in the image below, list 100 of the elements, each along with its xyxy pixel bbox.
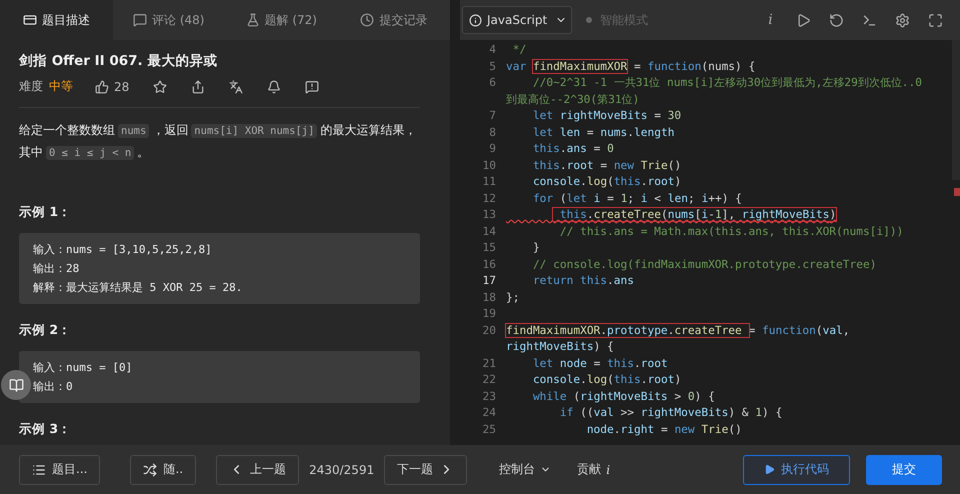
code-text: val <box>822 324 843 336</box>
example-line: 输入：nums = [3,10,5,25,2,8] <box>33 242 213 258</box>
code-line: console.log(this.root) <box>532 372 682 388</box>
run-code-button[interactable]: 执行代码 <box>743 454 850 484</box>
code-text: , <box>842 324 850 336</box>
code-text: ( <box>816 324 823 336</box>
line-number: 19 <box>482 306 497 322</box>
code-line: while (rightMoveBits > 0) { <box>532 388 715 404</box>
line-number: 15 <box>482 240 497 256</box>
code-line: }; <box>506 290 520 306</box>
code-line: console.log(this.root) <box>532 174 682 190</box>
highlighted-code: this.createTree(nums[i-1], rightMoveBits) <box>553 208 836 221</box>
example-line: 输入：nums = [0] <box>33 360 134 376</box>
code-line: //0~2^31 -1 一共31位 nums[i]左移动30位到最低为,左移29到次低位..0 <box>532 75 922 91</box>
submit-button[interactable]: 提交 <box>866 454 942 484</box>
console-button[interactable]: 控制台 <box>499 461 552 478</box>
book-icon <box>8 378 24 392</box>
code-line: let node = this.root <box>532 356 668 372</box>
bell-icon[interactable] <box>267 80 282 94</box>
tab[interactable]: 题目描述 <box>0 0 112 40</box>
code-text: = <box>632 60 642 72</box>
code-text: (nums) { <box>701 60 756 72</box>
info-button[interactable]: i <box>754 6 787 34</box>
list-icon <box>32 462 46 476</box>
contribute-button[interactable]: 贡献 i <box>577 461 610 478</box>
code-line: let rightMoveBits = 30 <box>532 108 682 124</box>
line-number: 9 <box>488 141 497 157</box>
example-title: 示例 1： <box>19 204 72 221</box>
code-line: let len = nums.length <box>532 124 674 140</box>
line-number: 13 <box>482 207 497 223</box>
problem-list-button[interactable]: 题目... <box>19 454 100 484</box>
line-number: 24 <box>482 405 497 421</box>
problem-title: 剑指 Offer II 067. 最大的异或 <box>19 52 218 70</box>
shuffle-icon <box>143 462 158 476</box>
progress-counter: 2430/2591 <box>309 462 374 476</box>
info-icon <box>469 14 482 26</box>
play-icon <box>764 464 775 475</box>
line-number: 4 <box>488 42 497 58</box>
error-marker <box>954 188 960 196</box>
code-line: */ <box>512 42 526 58</box>
line-number: 16 <box>482 256 497 272</box>
translate-icon[interactable] <box>229 80 244 94</box>
thumbs-up-icon[interactable] <box>95 80 109 94</box>
next-button[interactable]: 下一题 <box>384 454 468 484</box>
code-line: } <box>532 240 540 256</box>
line-number: 21 <box>482 356 497 372</box>
code-text: function <box>762 324 816 336</box>
line-number: 25 <box>482 422 497 438</box>
description-text: ，返回 <box>152 123 188 137</box>
code-text: var <box>506 60 528 72</box>
code-line: this.root = new Trie() <box>532 158 682 174</box>
description-text: 的最大运算结果， <box>320 123 416 137</box>
language-select[interactable]: JavaScript <box>462 6 572 34</box>
share-icon[interactable] <box>191 80 206 94</box>
line-number: 6 <box>488 75 497 91</box>
description-text: 其中 <box>19 145 43 159</box>
difficulty-label: 难度 <box>19 78 43 95</box>
random-button[interactable]: 随.. <box>130 454 196 484</box>
example-line: 解释：最大运算结果是 5 XOR 25 = 28. <box>33 280 244 296</box>
code-text: function <box>647 60 702 72</box>
comment-icon <box>133 13 148 27</box>
code-line: if ((val >> rightMoveBits) & 1) { <box>558 405 782 421</box>
line-number: 20 <box>482 322 497 338</box>
example-title: 示例 3： <box>19 421 72 438</box>
code-line: rightMoveBits) { <box>506 339 614 355</box>
line-number: 8 <box>488 124 497 140</box>
line-number: 23 <box>482 388 497 404</box>
description-text: 。 <box>137 145 150 159</box>
code-line: 到最高位--2^30(第31位) <box>506 92 640 108</box>
difficulty-level: 中等 <box>49 78 73 95</box>
clock-icon <box>360 13 374 27</box>
star-icon[interactable] <box>153 80 168 94</box>
line-number: 7 <box>488 108 497 124</box>
line-number: 17 <box>482 273 497 289</box>
highlighted-code: findMaximumXOR.prototype.createTree <box>506 324 749 336</box>
code-line: this.ans = 0 <box>532 141 614 157</box>
flask-icon <box>246 13 260 27</box>
line-number: 22 <box>482 372 497 388</box>
inline-code: nums <box>118 124 150 138</box>
code-line: return this.ans <box>532 273 634 289</box>
line-number: 5 <box>488 58 497 74</box>
line-number: 18 <box>482 290 497 306</box>
line-number: 14 <box>482 224 497 240</box>
line-number: 10 <box>482 158 497 174</box>
line-number: 12 <box>482 190 497 206</box>
card-icon <box>22 13 37 27</box>
description-text: 给定一个整数数组 <box>19 123 115 137</box>
line-number: 11 <box>482 174 497 190</box>
like-count: 28 <box>114 80 130 94</box>
example-title: 示例 2： <box>19 322 72 339</box>
code-line: // console.log(findMaximumXOR.prototype.createTree) <box>532 256 876 272</box>
prev-button[interactable]: 上一题 <box>216 454 300 484</box>
example-line: 输出：0 <box>33 379 74 395</box>
code-line: // this.ans = Math.max(this.ans, this.XOR(nums[i])) <box>558 224 904 240</box>
inline-code: nums[i] XOR nums[j] <box>191 124 318 138</box>
code-line: for (let i = 1; i < len; i++) { <box>532 190 742 206</box>
highlighted-code: findMaximumXOR <box>532 60 628 72</box>
example-line: 输出：28 <box>33 261 80 277</box>
inline-code: 0 ≤ i ≤ j < n <box>46 146 134 160</box>
feedback-icon[interactable] <box>305 80 320 94</box>
